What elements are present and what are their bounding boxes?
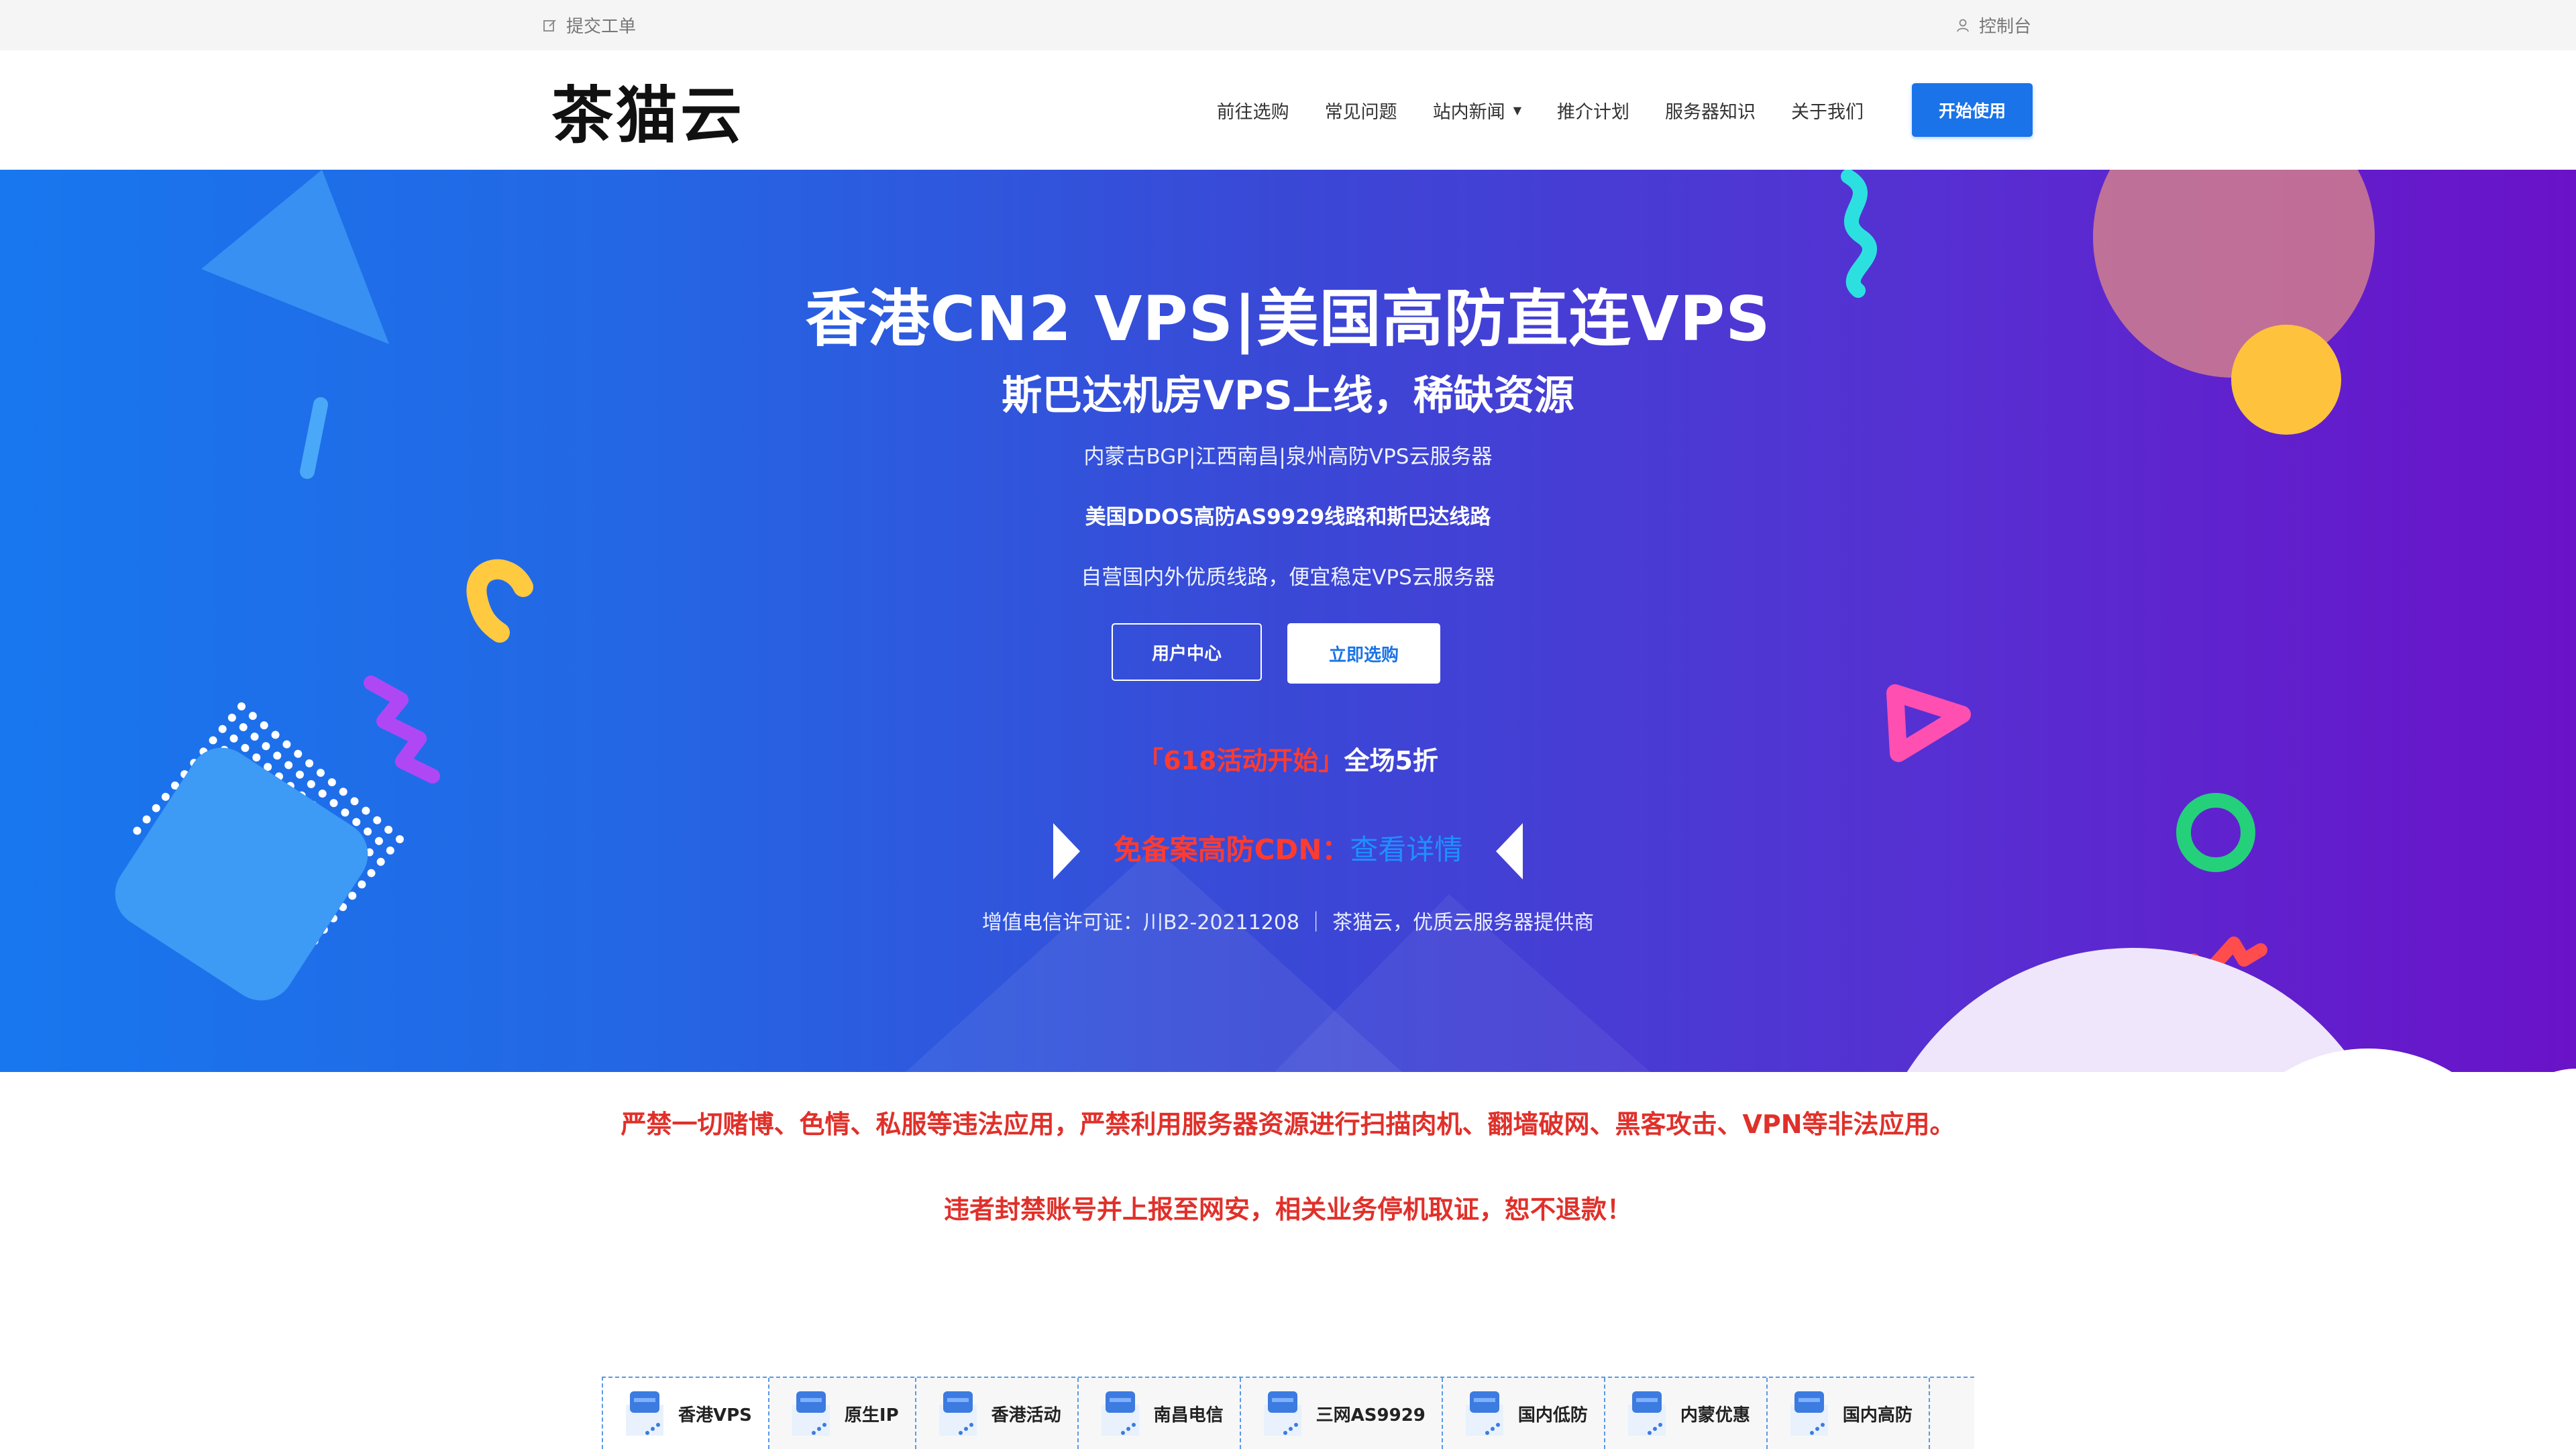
tab-domestic-low-defense[interactable]: 国内低防 bbox=[1443, 1378, 1605, 1449]
promo-red-text: 「618活动开始」 bbox=[1138, 746, 1344, 775]
promo-banner[interactable]: 「618活动开始」全场5折 bbox=[0, 740, 2576, 777]
tab-as9929[interactable]: 三网AS9929 bbox=[1241, 1378, 1443, 1449]
tab-label: 三网AS9929 bbox=[1316, 1405, 1426, 1426]
nav-item-about[interactable]: 关于我们 bbox=[1791, 97, 1864, 123]
submit-ticket-label: 提交工单 bbox=[566, 17, 637, 37]
hero-feature-line: 美国DDOS高防AS9929线路和斯巴达线路 bbox=[1085, 505, 1491, 529]
tab-label: 国内低防 bbox=[1517, 1405, 1588, 1426]
top-utility-bar: 提交工单 控制台 bbox=[0, 0, 2576, 51]
hero-subtitle: 斯巴达机房VPS上线，稀缺资源 bbox=[1002, 372, 1574, 419]
edit-icon bbox=[543, 19, 556, 32]
buy-now-button[interactable]: 立即选购 bbox=[1287, 623, 1440, 684]
cdn-promo: 免备案高防CDN：查看详情 bbox=[0, 823, 2576, 879]
arrow-right-icon bbox=[1053, 823, 1080, 879]
nav-item-label: 常见问题 bbox=[1324, 101, 1397, 123]
tab-label: 香港VPS bbox=[678, 1405, 752, 1426]
tab-label: 原生IP bbox=[844, 1405, 899, 1426]
user-icon bbox=[1957, 19, 1969, 32]
nav-item-label: 服务器知识 bbox=[1665, 101, 1756, 123]
server-icon bbox=[1790, 1391, 1828, 1436]
server-icon bbox=[1627, 1391, 1666, 1436]
product-tabs: 香港VPS 原生IP 香港活动 南昌电信 三网AS9929 国内低防 内蒙优惠 … bbox=[602, 1377, 1974, 1449]
site-logo[interactable]: 茶猫云 bbox=[551, 73, 745, 152]
light-circle-shape bbox=[1907, 948, 2360, 1072]
tab-nanchang-telecom[interactable]: 南昌电信 bbox=[1079, 1378, 1241, 1449]
tab-hk-activity[interactable]: 香港活动 bbox=[916, 1378, 1079, 1449]
nav-item-label: 前往选购 bbox=[1216, 101, 1289, 123]
submit-ticket-link[interactable]: 提交工单 bbox=[542, 0, 636, 50]
white-circle-shape bbox=[2554, 1069, 2576, 1072]
server-icon bbox=[1465, 1391, 1503, 1436]
policy-notice: 严禁一切赌博、色情、私服等违法应用，严禁利用服务器资源进行扫描肉机、翻墙破网、黑… bbox=[621, 1110, 1955, 1139]
cdn-text: 免备案高防CDN： bbox=[1113, 833, 1350, 866]
nav-item-label: 推介计划 bbox=[1557, 101, 1629, 123]
nav-item-news[interactable]: 站内新闻 ▼ bbox=[1433, 97, 1521, 123]
caret-down-icon: ▼ bbox=[1513, 103, 1521, 117]
console-link[interactable]: 控制台 bbox=[1955, 0, 2031, 50]
server-icon bbox=[626, 1391, 663, 1436]
tab-label: 国内高防 bbox=[1842, 1405, 1913, 1426]
console-label: 控制台 bbox=[1978, 17, 2031, 37]
nav-item-faq[interactable]: 常见问题 bbox=[1325, 97, 1397, 123]
nav-item-referral[interactable]: 推介计划 bbox=[1557, 97, 1629, 123]
hero-banner: 香港CN2 VPS|美国高防直连VPS 斯巴达机房VPS上线，稀缺资源 内蒙古B… bbox=[0, 170, 2576, 1072]
nav-item-server-knowledge[interactable]: 服务器知识 bbox=[1665, 97, 1756, 123]
tab-inner-mongolia-deal[interactable]: 内蒙优惠 bbox=[1605, 1378, 1768, 1449]
arrow-left-icon bbox=[1496, 823, 1523, 879]
nav-item-label: 关于我们 bbox=[1791, 101, 1864, 123]
tab-label: 内蒙优惠 bbox=[1680, 1405, 1750, 1426]
server-icon bbox=[1101, 1391, 1139, 1436]
server-icon bbox=[1263, 1391, 1301, 1436]
server-icon bbox=[792, 1391, 830, 1436]
policy-notice: 违者封禁账号并上报至网安，相关业务停机取证，恕不退款！ bbox=[943, 1195, 1632, 1224]
cdn-details-link[interactable]: 查看详情 bbox=[1350, 833, 1462, 866]
start-button[interactable]: 开始使用 bbox=[1912, 83, 2033, 137]
hero-feature-line: 内蒙古BGP|江西南昌|泉州高防VPS云服务器 bbox=[1083, 445, 1493, 469]
user-center-button[interactable]: 用户中心 bbox=[1112, 623, 1262, 681]
main-nav: 前往选购 常见问题 站内新闻 ▼ 推介计划 服务器知识 关于我们 bbox=[1217, 50, 1864, 170]
site-header: 茶猫云 前往选购 常见问题 站内新闻 ▼ 推介计划 服务器知识 关于我们 开始使用 bbox=[0, 50, 2576, 170]
tab-label: 香港活动 bbox=[991, 1405, 1061, 1426]
tab-hk-vps[interactable]: 香港VPS bbox=[603, 1378, 769, 1449]
nav-item-buy[interactable]: 前往选购 bbox=[1217, 97, 1289, 123]
nav-item-label: 站内新闻 bbox=[1432, 101, 1505, 123]
tab-domestic-high-defense[interactable]: 国内高防 bbox=[1768, 1378, 1930, 1449]
tab-native-ip[interactable]: 原生IP bbox=[769, 1378, 916, 1449]
hero-buttons: 用户中心 立即选购 bbox=[1112, 623, 1440, 684]
hero-feature-line: 自营国内外优质线路，便宜稳定VPS云服务器 bbox=[1081, 566, 1495, 590]
license-text: 增值电信许可证：川B2-20211208 ｜ 茶猫云，优质云服务器提供商 bbox=[981, 911, 1595, 934]
tab-label: 南昌电信 bbox=[1153, 1405, 1224, 1426]
promo-white-text: 全场5折 bbox=[1344, 746, 1438, 775]
server-icon bbox=[938, 1391, 977, 1436]
hero-title: 香港CN2 VPS|美国高防直连VPS bbox=[805, 283, 1771, 355]
